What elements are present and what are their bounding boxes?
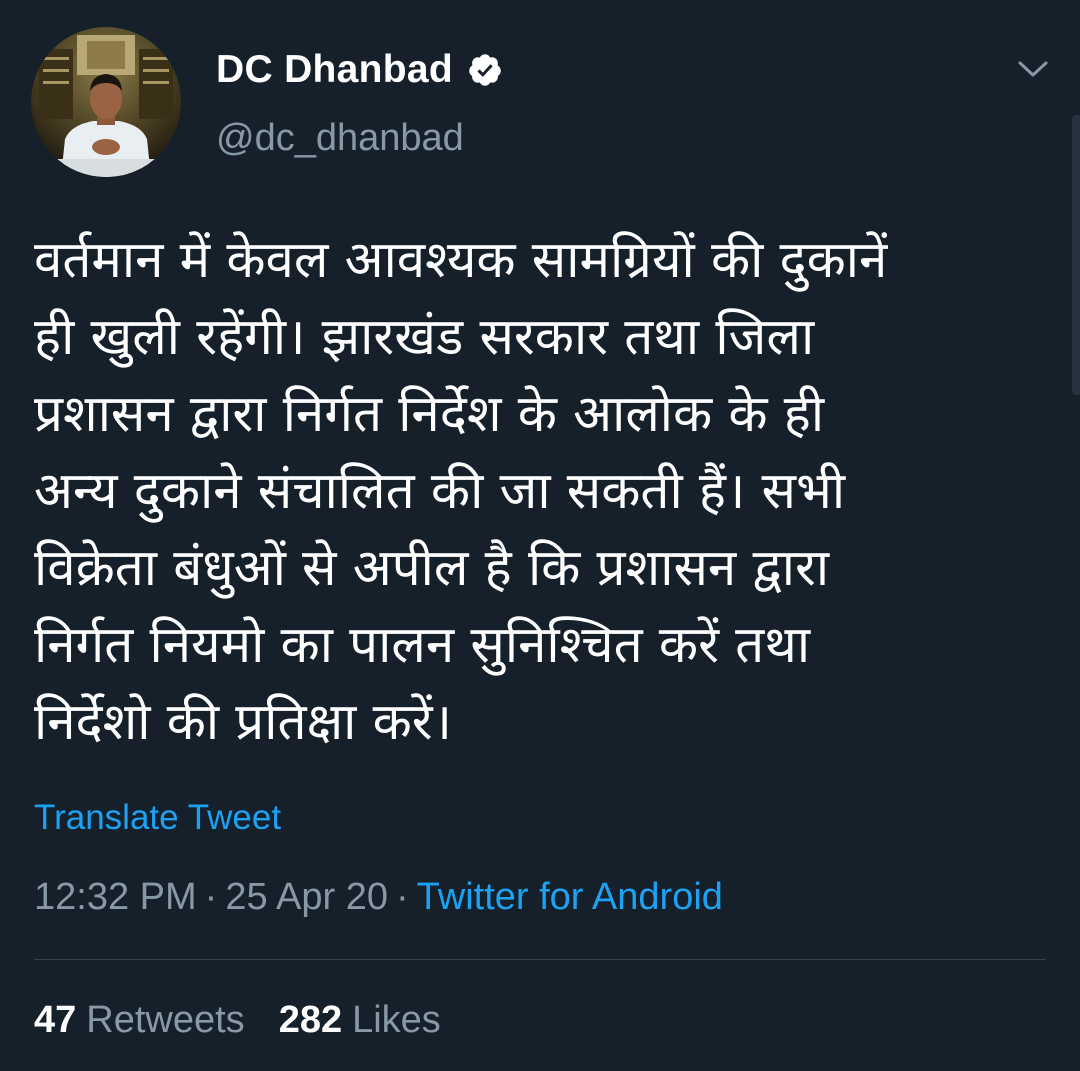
translate-tweet-link[interactable]: Translate Tweet	[34, 798, 281, 838]
likes-count: 282	[278, 999, 343, 1041]
tweet-stats: 47 Retweets 282 Likes	[34, 999, 475, 1042]
tweet-source-link[interactable]: Twitter for Android	[417, 876, 723, 918]
meta-separator: ·	[204, 876, 218, 918]
profile-photo	[31, 27, 181, 177]
likes-label: Likes	[352, 999, 441, 1041]
retweets-count: 47	[34, 999, 77, 1041]
scrollbar[interactable]	[1072, 115, 1080, 395]
retweets-stat[interactable]: 47 Retweets	[34, 999, 245, 1042]
tweet-text-line: अन्य दुकाने संचालित की जा सकती हैं। सभी	[34, 462, 846, 521]
tweet-text: वर्तमान में केवल आवश्यक सामग्रियों की दु…	[34, 222, 1044, 761]
author-handle[interactable]: @dc_dhanbad	[216, 117, 464, 160]
tweet-text-line: निर्देशो की प्रतिक्षा करें।	[34, 693, 452, 752]
tweet-text-line: ही खुली रहेंगी। झारखंड सरकार तथा जिला	[34, 308, 815, 367]
tweet-text-line: प्रशासन द्वारा निर्गत निर्देश के आलोक के…	[34, 385, 825, 444]
tweet-text-line: वर्तमान में केवल आवश्यक सामग्रियों की दु…	[34, 231, 888, 290]
tweet-date: 25 Apr 20	[225, 876, 388, 918]
likes-stat[interactable]: 282 Likes	[279, 999, 441, 1042]
tweet-text-line: निर्गत नियमो का पालन सुनिश्चित करें तथा	[34, 616, 811, 675]
avatar[interactable]	[31, 27, 181, 177]
verified-badge-icon	[469, 54, 501, 86]
chevron-down-icon[interactable]	[1014, 54, 1052, 84]
divider	[34, 959, 1046, 960]
tweet-detail-screen: DC Dhanbad @dc_dhanbad वर्तमान में केवल …	[0, 0, 1080, 1071]
tweet-metadata: 12:32 PM · 25 Apr 20 · Twitter for Android	[34, 876, 723, 919]
tweet-text-line: विक्रेता बंधुओं से अपील है कि प्रशासन द्…	[34, 539, 830, 598]
author-display-name[interactable]: DC Dhanbad	[216, 48, 453, 92]
tweet-time: 12:32 PM	[34, 876, 197, 918]
retweets-label: Retweets	[86, 999, 245, 1041]
meta-separator: ·	[396, 876, 409, 918]
author-name-row[interactable]: DC Dhanbad	[216, 44, 503, 96]
